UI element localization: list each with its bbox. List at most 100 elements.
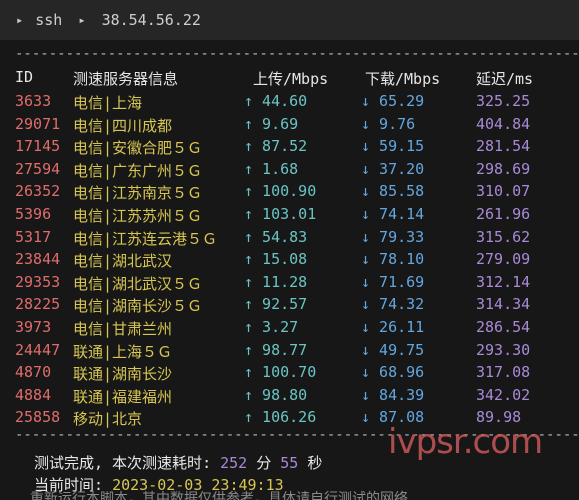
table-row: 29071 电信|四川成都 ↑ 9.69 ↓ 9.76 404.84: [0, 113, 579, 135]
row-download: ↓ 71.69: [361, 272, 425, 291]
row-download: ↓ 79.33: [361, 227, 425, 246]
summary-seconds: 55: [280, 454, 299, 472]
row-download: ↓ 78.10: [361, 250, 425, 269]
terminal-tab-bar: ▸ ssh ▸ 38.54.56.22: [0, 0, 579, 40]
row-upload: ↑ 3.27: [244, 318, 299, 336]
row-server-name: 电信|湖北武汉５Ｇ: [73, 274, 203, 293]
row-latency: 298.69: [476, 159, 531, 178]
row-id: 28225: [15, 295, 61, 314]
row-id: 4884: [15, 385, 52, 404]
row-upload: ↑ 11.28: [244, 272, 308, 291]
row-download: ↓ 49.75: [361, 340, 425, 359]
row-server-name: 电信|江苏南京５Ｇ: [73, 184, 203, 203]
row-latency: 314.34: [476, 295, 531, 314]
summary-minutes: 252: [220, 454, 248, 472]
summary-duration: 测试完成, 本次测速耗时: 252 分 55 秒: [34, 452, 322, 473]
row-latency: 310.07: [476, 182, 531, 201]
row-id: 25858: [15, 408, 61, 427]
row-download: ↓ 26.11: [361, 318, 425, 336]
row-download: ↓ 74.32: [361, 295, 425, 314]
watermark-text: ivpsr.com: [388, 422, 543, 462]
row-id: 27594: [15, 159, 61, 178]
header-id: ID: [15, 68, 34, 86]
row-download: ↓ 9.76: [361, 114, 416, 133]
table-row: 17145 电信|安徽合肥５Ｇ ↑ 87.52 ↓ 59.15 281.54: [0, 135, 579, 157]
table-row: 4870 联通|湖南长沙 ↑ 100.70 ↓ 68.96 317.08: [0, 361, 579, 383]
row-id: 3973: [15, 318, 52, 336]
row-id: 5396: [15, 205, 52, 223]
row-latency: 286.54: [476, 318, 531, 336]
row-server-name: 移动|北京: [73, 410, 143, 429]
row-latency: 315.62: [476, 227, 531, 246]
table-row: 5317 电信|江苏连云港５Ｇ ↑ 54.83 ↓ 79.33 315.62: [0, 226, 579, 248]
partially-visible-line: 重新运行本脚本，其中数据仅供参考，具体请自行测试的网络: [30, 491, 408, 500]
header-download: 下载/Mbps: [365, 70, 441, 88]
row-server-name: 联通|福建福州: [73, 387, 173, 406]
row-upload: ↑ 15.08: [244, 250, 308, 269]
header-upload: 上传/Mbps: [253, 70, 329, 88]
row-latency: 261.96: [476, 205, 531, 223]
row-upload: ↑ 44.60: [244, 92, 308, 110]
row-id: 29071: [15, 114, 61, 133]
row-server-name: 电信|四川成都: [73, 116, 173, 135]
table-row: 3973 电信|甘肃兰州 ↑ 3.27 ↓ 26.11 286.54: [0, 316, 579, 338]
row-download: ↓ 65.29: [361, 92, 425, 110]
summary-second-unit: 秒: [298, 454, 323, 472]
row-latency: 325.25: [476, 92, 531, 110]
row-download: ↓ 59.15: [361, 137, 425, 156]
row-server-name: 联通|上海５Ｇ: [73, 342, 173, 361]
row-id: 5317: [15, 227, 52, 246]
row-upload: ↑ 87.52: [244, 137, 308, 156]
breadcrumb-ssh[interactable]: ssh: [35, 11, 62, 29]
breadcrumb-host[interactable]: 38.54.56.22: [102, 11, 201, 29]
expand-arrow-icon[interactable]: ▸: [16, 13, 23, 27]
summary-done-label: 测试完成, 本次测速耗时:: [34, 454, 221, 472]
row-id: 17145: [15, 137, 61, 156]
table-row: 24447 联通|上海５Ｇ ↑ 98.77 ↓ 49.75 293.30: [0, 339, 579, 361]
row-latency: 317.08: [476, 363, 531, 382]
row-latency: 312.14: [476, 272, 531, 291]
row-server-name: 电信|江苏苏州５Ｇ: [73, 207, 203, 225]
row-id: 3633: [15, 92, 52, 110]
table-row: 26352 电信|江苏南京５Ｇ ↑ 100.90 ↓ 85.58 310.07: [0, 180, 579, 202]
table-row: 4884 联通|福建福州 ↑ 98.80 ↓ 84.39 342.02: [0, 384, 579, 406]
row-id: 24447: [15, 340, 61, 359]
row-download: ↓ 68.96: [361, 363, 425, 382]
row-server-name: 电信|湖北武汉: [73, 252, 173, 271]
breadcrumb-separator-icon: ▸: [78, 13, 86, 27]
row-latency: 281.54: [476, 137, 531, 156]
divider-line-top: ----------------------------------------…: [15, 47, 579, 61]
row-upload: ↑ 103.01: [244, 205, 317, 223]
table-row: 28225 电信|湖南长沙５Ｇ ↑ 92.57 ↓ 74.32 314.34: [0, 293, 579, 315]
row-id: 4870: [15, 363, 52, 382]
row-server-name: 电信|甘肃兰州: [73, 320, 173, 338]
row-download: ↓ 74.14: [361, 205, 425, 223]
row-upload: ↑ 54.83: [244, 227, 308, 246]
row-id: 23844: [15, 250, 61, 269]
table-row: 3633 电信|上海 ↑ 44.60 ↓ 65.29 325.25: [0, 90, 579, 112]
row-download: ↓ 84.39: [361, 385, 425, 404]
row-upload: ↑ 100.70: [244, 363, 317, 382]
row-upload: ↑ 106.26: [244, 408, 317, 427]
row-server-name: 电信|广东广州５Ｇ: [73, 161, 203, 180]
row-id: 29353: [15, 272, 61, 291]
summary-minute-unit: 分: [247, 454, 281, 472]
row-server-name: 联通|湖南长沙: [73, 365, 173, 384]
table-row: 5396 电信|江苏苏州５Ｇ ↑ 103.01 ↓ 74.14 261.96: [0, 203, 579, 225]
row-latency: 404.84: [476, 114, 531, 133]
row-id: 26352: [15, 182, 61, 201]
row-upload: ↑ 9.69: [244, 114, 299, 133]
row-upload: ↑ 92.57: [244, 295, 308, 314]
table-row: 29353 电信|湖北武汉５Ｇ ↑ 11.28 ↓ 71.69 312.14: [0, 271, 579, 293]
row-upload: ↑ 98.80: [244, 385, 308, 404]
row-latency: 279.09: [476, 250, 531, 269]
table-row: 23844 电信|湖北武汉 ↑ 15.08 ↓ 78.10 279.09: [0, 248, 579, 270]
row-upload: ↑ 100.90: [244, 182, 317, 201]
row-latency: 293.30: [476, 340, 531, 359]
row-latency: 342.02: [476, 385, 531, 404]
table-row: 27594 电信|广东广州５Ｇ ↑ 1.68 ↓ 37.20 298.69: [0, 158, 579, 180]
row-server-name: 电信|上海: [73, 94, 143, 112]
row-server-name: 电信|湖南长沙５Ｇ: [73, 297, 203, 316]
header-server: 测速服务器信息: [73, 70, 179, 88]
row-server-name: 电信|江苏连云港５Ｇ: [73, 229, 218, 248]
